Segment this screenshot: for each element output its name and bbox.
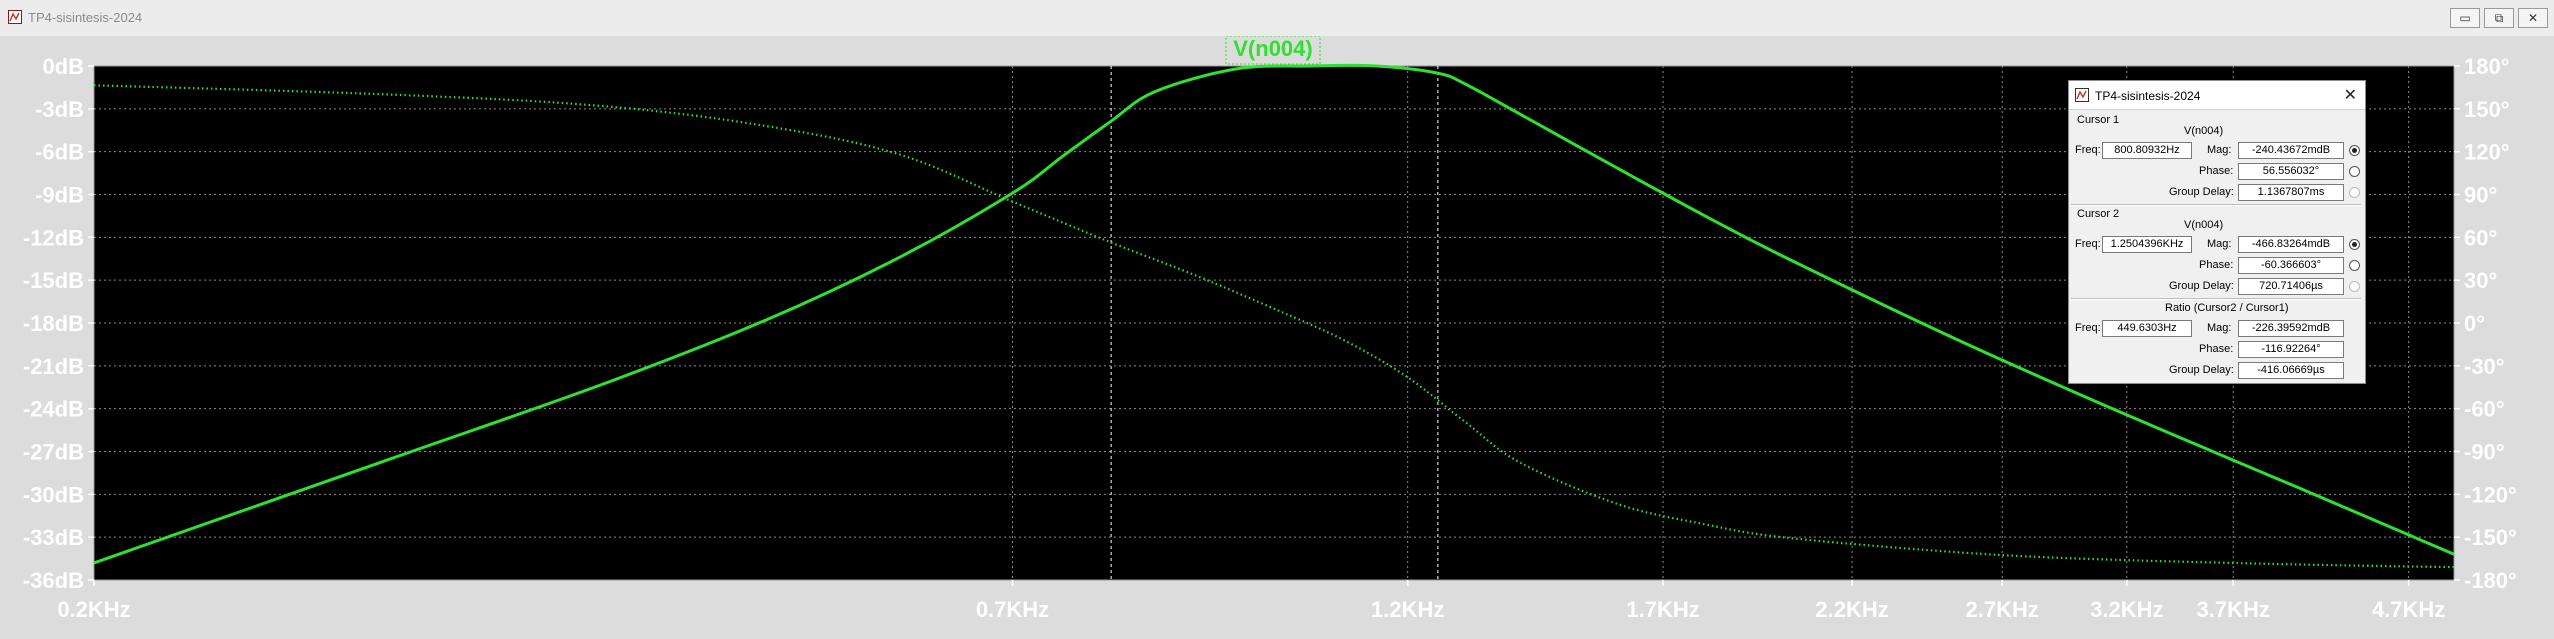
x-tick-label: 1.7KHz [1626, 597, 1699, 622]
x-axis-ticks: 0.2KHz 0.7KHz 1.2KHz 1.7KHz 2.2KHz 2.7KHz 3.2K… [57, 580, 2445, 622]
window-titlebar: TP4-sisintesis-2024 ▭ ⧉ ✕ [0, 0, 2554, 37]
cursor1-freq-field[interactable]: 800.80932Hz [2102, 142, 2192, 159]
cursor1-trace: V(n004) [2184, 125, 2224, 137]
cursor1-gd-value: 1.1367807ms [2238, 184, 2344, 201]
cursor1-mag-value: -240.43672mdB [2238, 142, 2344, 159]
cursor2-gd-value: 720.71406µs [2238, 278, 2344, 295]
cursor1-header: Cursor 1 [2077, 114, 2120, 126]
y-left-tick-label: -12dB [23, 225, 84, 250]
cursor1-freq-label: Freq: [2075, 144, 2101, 156]
close-button[interactable]: ✕ [2518, 8, 2548, 28]
y-left-tick-label: -15dB [23, 268, 84, 293]
y-left-tick-label: -30dB [23, 482, 84, 507]
y-left-tick-label: 0dB [42, 54, 84, 79]
y-left-tick-label: -33dB [23, 525, 84, 550]
y-right-tick-label: 180° [2464, 54, 2510, 79]
cursor-dialog-close-icon[interactable]: ✕ [2344, 85, 2357, 105]
cursor1-gd-label: Group Delay: [2169, 186, 2234, 198]
cursor2-freq-field[interactable]: 1.2504396KHz [2102, 236, 2192, 253]
cursor2-phase-value: -60.366603° [2238, 257, 2344, 274]
ratio-freq-value: 449.6303Hz [2102, 320, 2192, 337]
cursor2-trace: V(n004) [2184, 219, 2224, 231]
y-right-tick-label: 150° [2464, 97, 2510, 122]
minimize-button[interactable]: ▭ [2450, 8, 2480, 28]
cursor2-gd-label: Group Delay: [2169, 280, 2234, 292]
cursor2-mag-radio[interactable] [2349, 239, 2360, 250]
y-left-tick-label: -27dB [23, 440, 84, 465]
y-right-tick-label: 90° [2464, 183, 2497, 208]
separator [2071, 204, 2361, 206]
x-tick-label: 0.2KHz [57, 597, 130, 622]
y-axis-right-ticks: 180° 150° 120° 90° 60° 30° 0° -30° -60° -90° -120°… [2454, 54, 2517, 593]
cursor2-gd-radio[interactable] [2349, 281, 2360, 292]
y-right-tick-label: -180° [2464, 568, 2517, 593]
y-right-tick-label: 60° [2464, 225, 2497, 250]
y-right-tick-label: 30° [2464, 268, 2497, 293]
cursor1-phase-label: Phase: [2199, 165, 2234, 177]
x-tick-label: 2.7KHz [1966, 597, 2039, 622]
y-right-tick-label: -90° [2464, 440, 2505, 465]
ratio-gd-label: Group Delay: [2169, 364, 2234, 376]
cursor1-gd-radio[interactable] [2349, 187, 2360, 198]
y-left-tick-label: -21dB [23, 354, 84, 379]
cursor-dialog-icon [2075, 88, 2089, 102]
restore-button[interactable]: ⧉ [2484, 8, 2514, 28]
cursor2-phase-radio[interactable] [2349, 260, 2360, 271]
cursor2-mag-label: Mag: [2207, 238, 2232, 250]
waveform-app-icon [8, 10, 22, 24]
y-left-tick-label: -18dB [23, 311, 84, 336]
ratio-phase-value: -116.92264° [2238, 341, 2344, 358]
window-title: TP4-sisintesis-2024 [28, 10, 143, 25]
cursor-dialog[interactable]: TP4-sisintesis-2024 ✕ Cursor 1 V(n004) F… [2068, 80, 2366, 384]
y-right-tick-label: -120° [2464, 482, 2517, 507]
y-left-tick-label: -36dB [23, 568, 84, 593]
x-tick-label: 3.7KHz [2197, 597, 2270, 622]
cursor2-freq-label: Freq: [2075, 238, 2101, 250]
x-tick-label: 3.2KHz [2090, 597, 2163, 622]
y-left-tick-label: -3dB [35, 97, 84, 122]
ratio-mag-value: -226.39592mdB [2238, 320, 2344, 337]
y-right-tick-label: -30° [2464, 354, 2505, 379]
x-tick-label: 4.7KHz [2372, 597, 2445, 622]
cursor1-phase-radio[interactable] [2349, 166, 2360, 177]
y-right-tick-label: 0° [2464, 311, 2485, 336]
y-axis-left-ticks: 0dB -3dB -6dB -9dB -12dB -15dB -18dB -21dB -24dB… [23, 54, 94, 593]
window-controls: ▭ ⧉ ✕ [2450, 8, 2548, 28]
cursor2-header: Cursor 2 [2077, 208, 2120, 220]
x-tick-label: 0.7KHz [976, 597, 1049, 622]
ratio-freq-label: Freq: [2075, 322, 2101, 334]
cursor2-phase-label: Phase: [2199, 259, 2234, 271]
cursor-dialog-titlebar: TP4-sisintesis-2024 ✕ [2069, 81, 2365, 110]
ratio-gd-value: -416.06669µs [2238, 362, 2344, 379]
cursor-dialog-title: TP4-sisintesis-2024 [2095, 89, 2201, 103]
x-tick-label: 1.2KHz [1371, 597, 1444, 622]
cursor1-phase-value: 56.556032° [2238, 163, 2344, 180]
separator [2071, 298, 2361, 300]
ratio-mag-label: Mag: [2207, 322, 2232, 334]
x-tick-label: 2.2KHz [1815, 597, 1888, 622]
y-right-tick-label: 120° [2464, 140, 2510, 165]
y-right-tick-label: -150° [2464, 525, 2517, 550]
cursor1-mag-radio[interactable] [2349, 145, 2360, 156]
ratio-phase-label: Phase: [2199, 343, 2234, 355]
y-left-tick-label: -6dB [35, 140, 84, 165]
y-left-tick-label: -24dB [23, 397, 84, 422]
ratio-header: Ratio (Cursor2 / Cursor1) [2165, 302, 2289, 314]
y-right-tick-label: -60° [2464, 397, 2505, 422]
trace-label[interactable]: V(n004) [1233, 36, 1312, 61]
y-left-tick-label: -9dB [35, 183, 84, 208]
cursor2-mag-value: -466.83264mdB [2238, 236, 2344, 253]
cursor1-mag-label: Mag: [2207, 144, 2232, 156]
